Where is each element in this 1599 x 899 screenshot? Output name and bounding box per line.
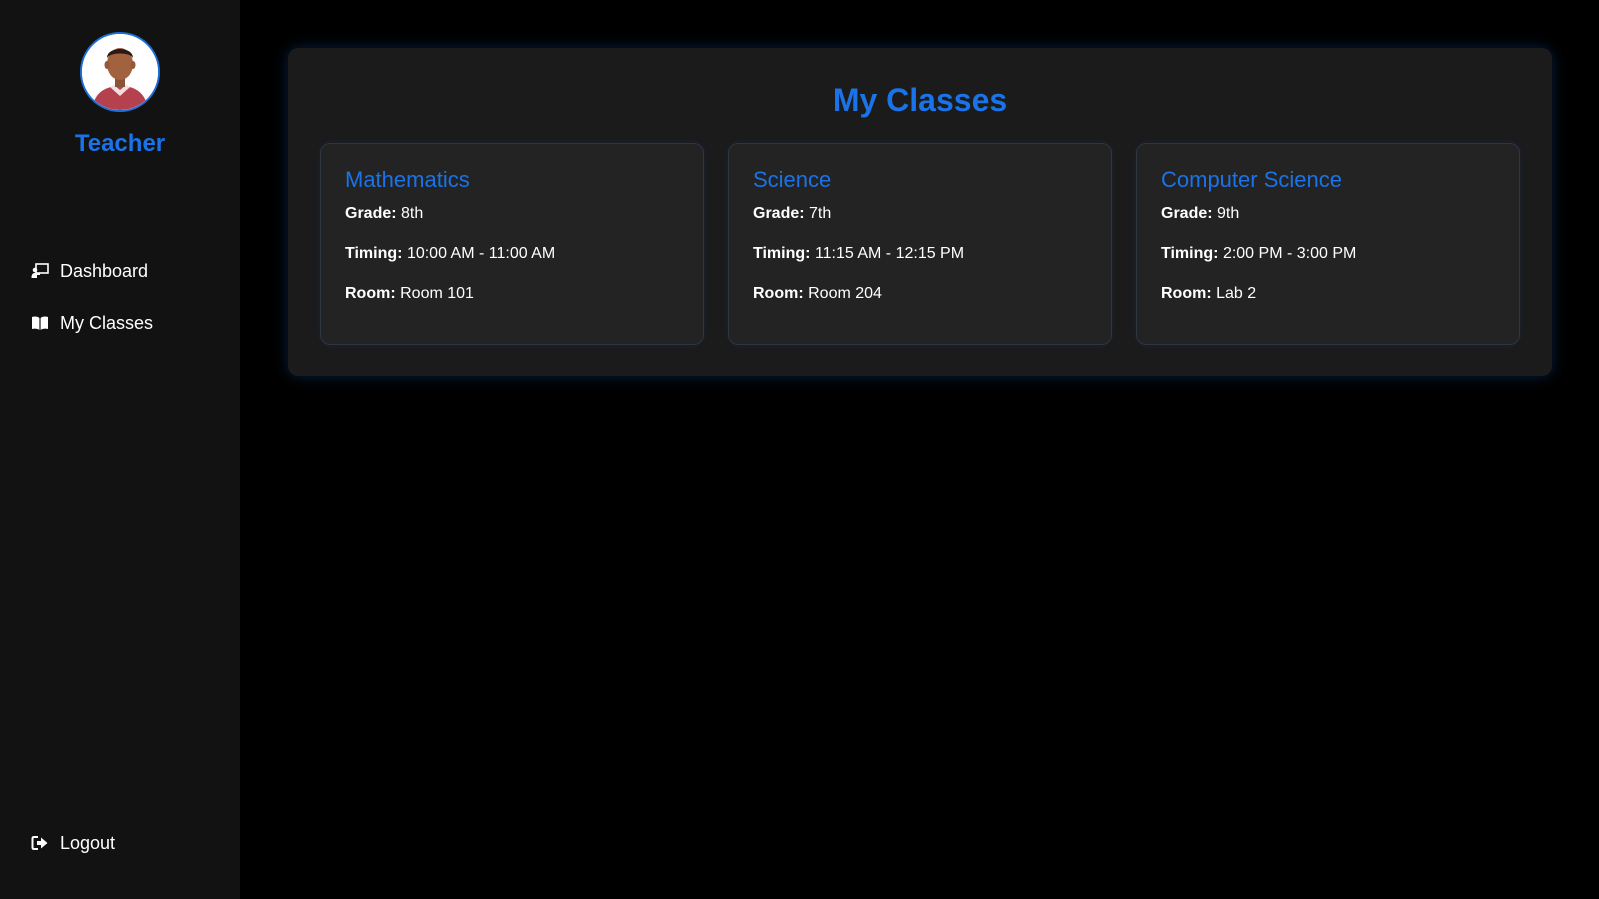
class-card-title: Science [753, 167, 832, 192]
class-card-science[interactable]: Science Grade: 7th Timing: 11:15 AM - 12… [728, 143, 1112, 345]
room-value: Room 101 [400, 285, 474, 302]
book-open-icon [31, 314, 49, 332]
grade-label: Grade: [753, 205, 805, 222]
grade-value: 8th [401, 205, 424, 222]
nav-item-dashboard[interactable]: Dashboard [31, 258, 148, 284]
class-timing: Timing: 11:15 AM - 12:15 PM [753, 244, 964, 264]
class-card-title: Computer Science [1161, 167, 1342, 192]
timing-value: 10:00 AM - 11:00 AM [406, 245, 556, 262]
grade-value: 7th [809, 205, 832, 222]
timing-value: 2:00 PM - 3:00 PM [1222, 245, 1357, 262]
room-value: Lab 2 [1216, 285, 1257, 302]
app-root: Teacher Dashboard My Classes Logout My C… [0, 0, 1599, 899]
logout-label: Logout [60, 832, 116, 853]
page-title: My Classes [832, 82, 1008, 118]
role-title: Teacher [74, 130, 166, 157]
grade-label: Grade: [1161, 205, 1213, 222]
room-value: Room 204 [808, 285, 882, 302]
classes-panel: My Classes Mathematics Grade: 8th Timing… [288, 48, 1552, 376]
timing-value: 11:15 AM - 12:15 PM [814, 245, 965, 262]
class-timing: Timing: 10:00 AM - 11:00 AM [345, 244, 555, 264]
timing-label: Timing: [345, 245, 403, 262]
class-card-mathematics[interactable]: Mathematics Grade: 8th Timing: 10:00 AM … [320, 143, 704, 345]
class-room: Room: Room 101 [345, 284, 474, 304]
timing-label: Timing: [1161, 245, 1219, 262]
room-label: Room: [1161, 285, 1212, 302]
room-label: Room: [345, 285, 396, 302]
class-timing: Timing: 2:00 PM - 3:00 PM [1161, 244, 1356, 264]
grade-label: Grade: [345, 205, 397, 222]
teacher-avatar-icon [82, 34, 158, 110]
class-grade: Grade: 9th [1161, 204, 1239, 224]
logout-button[interactable]: Logout [31, 830, 115, 856]
grade-value: 9th [1217, 205, 1240, 222]
nav-item-my-classes[interactable]: My Classes [31, 310, 153, 336]
class-card-title: Mathematics [345, 167, 470, 192]
chalkboard-teacher-icon [31, 262, 49, 280]
class-room: Room: Lab 2 [1161, 284, 1256, 304]
sign-out-icon [31, 834, 49, 852]
class-card-computer-science[interactable]: Computer Science Grade: 9th Timing: 2:00… [1136, 143, 1520, 345]
nav-item-label: Dashboard [60, 260, 149, 281]
avatar [80, 32, 160, 112]
timing-label: Timing: [753, 245, 811, 262]
nav-item-label: My Classes [60, 312, 154, 333]
class-grade: Grade: 8th [345, 204, 423, 224]
sidebar: Teacher Dashboard My Classes Logout [0, 0, 240, 899]
room-label: Room: [753, 285, 804, 302]
class-grade: Grade: 7th [753, 204, 831, 224]
class-room: Room: Room 204 [753, 284, 882, 304]
